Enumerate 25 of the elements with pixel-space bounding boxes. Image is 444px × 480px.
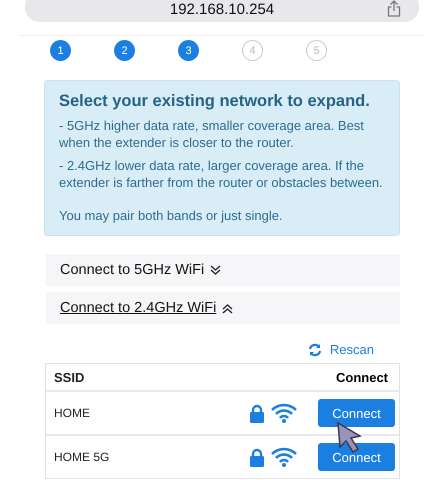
collapse-icon	[222, 302, 234, 314]
wifi-icon	[270, 447, 298, 467]
step-indicator: 4	[242, 40, 263, 61]
address-bar[interactable]: 192.168.10.254	[25, 0, 419, 22]
step-indicator: 3	[178, 40, 199, 61]
info-text: - 2.4GHz lower data rate, larger coverage area. If the extender is farther from the router or obstacles between.	[59, 157, 384, 191]
step-indicator: 1	[50, 40, 71, 61]
section-header[interactable]: Connect to 2.4GHz WiFi	[46, 292, 400, 324]
wifi-icon	[270, 403, 298, 423]
url-text: 192.168.10.254	[170, 0, 274, 18]
connect-button[interactable]: Connect	[318, 399, 395, 427]
refresh-icon	[308, 342, 322, 356]
step-indicator: 2	[114, 40, 135, 61]
info-text: - 5GHz higher data rate, smaller coverage area. Best when the extender is closer to the router.	[59, 117, 365, 151]
expand-icon	[210, 264, 222, 276]
info-title: Select your existing network to expand.	[59, 92, 371, 111]
ssid-cell-text: HOME	[53, 406, 91, 420]
column-header: Connect	[335, 370, 388, 384]
rescan-button[interactable]: Rescan	[308, 342, 374, 357]
info-note: You may pair both bands or just single.	[59, 208, 284, 223]
step-indicator: 5	[306, 40, 327, 61]
column-header: SSID	[53, 370, 86, 384]
share-icon[interactable]	[387, 0, 401, 17]
section-header[interactable]: Connect to 5GHz WiFi	[46, 254, 400, 286]
ssid-cell-text: HOME 5G	[53, 450, 110, 464]
